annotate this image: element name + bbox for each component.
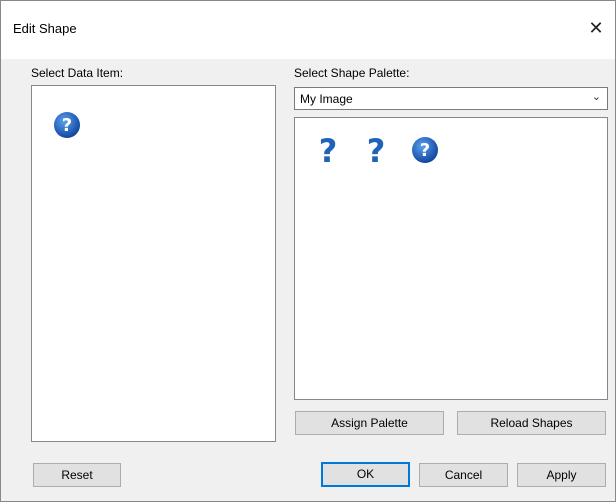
assign-palette-button[interactable]: Assign Palette bbox=[295, 411, 444, 435]
reload-shapes-button[interactable]: Reload Shapes bbox=[457, 411, 606, 435]
title-bar: Edit Shape ✕ bbox=[1, 1, 615, 59]
palette-select-value: My Image bbox=[300, 92, 353, 106]
reset-button[interactable]: Reset bbox=[33, 463, 121, 487]
palette-select[interactable]: My Image ⌄ bbox=[294, 87, 608, 110]
select-shape-palette-label: Select Shape Palette: bbox=[294, 66, 410, 80]
ok-button[interactable]: OK bbox=[321, 462, 410, 487]
svg-text:?: ? bbox=[367, 132, 386, 168]
select-data-item-label: Select Data Item: bbox=[31, 66, 124, 80]
window-title: Edit Shape bbox=[13, 21, 77, 36]
apply-button[interactable]: Apply bbox=[517, 463, 606, 487]
svg-text:?: ? bbox=[62, 115, 72, 136]
svg-text:?: ? bbox=[420, 140, 430, 161]
data-item-list[interactable]: ? bbox=[31, 85, 276, 442]
svg-text:?: ? bbox=[319, 132, 338, 168]
cancel-button[interactable]: Cancel bbox=[419, 463, 508, 487]
edit-shape-dialog: Edit Shape ✕ Select Data Item: Select Sh… bbox=[0, 0, 616, 502]
question-circle-icon[interactable]: ? bbox=[411, 136, 439, 164]
question-mark-icon[interactable]: ? bbox=[365, 132, 387, 168]
question-mark-icon[interactable]: ? bbox=[317, 132, 339, 168]
shape-palette-panel[interactable]: ? ? ? bbox=[294, 117, 608, 400]
chevron-down-icon: ⌄ bbox=[591, 91, 601, 103]
close-button[interactable]: ✕ bbox=[585, 17, 607, 39]
question-circle-icon[interactable]: ? bbox=[53, 111, 81, 139]
